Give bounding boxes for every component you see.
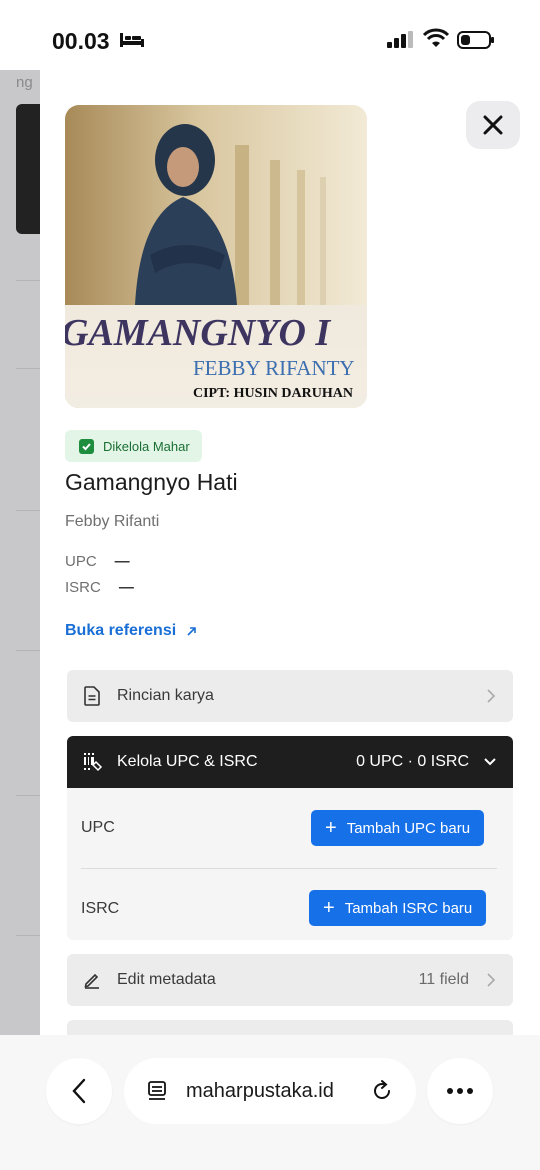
battery-icon bbox=[457, 31, 494, 49]
open-reference-link[interactable]: Buka referensi bbox=[65, 622, 197, 640]
background-divider bbox=[16, 650, 40, 651]
add-isrc-button-label: Tambah ISRC baru bbox=[344, 899, 473, 917]
manage-codes-label: Kelola UPC & ISRC bbox=[117, 753, 258, 770]
signal-icon bbox=[387, 31, 413, 48]
status-time: 00.03 bbox=[52, 28, 110, 54]
wifi-icon bbox=[423, 28, 449, 47]
isrc-section-label: ISRC bbox=[81, 900, 120, 917]
background-divider bbox=[16, 368, 40, 369]
chevron-down-icon bbox=[484, 758, 496, 766]
upc-code-value: — bbox=[114, 553, 130, 570]
edit-metadata-row[interactable]: Edit metadata 11 field bbox=[67, 954, 513, 1006]
background-page-dark-block bbox=[16, 104, 40, 234]
chevron-left-icon bbox=[72, 1078, 86, 1104]
reader-icon bbox=[148, 1081, 166, 1100]
browser-toolbar: maharpustaka.id bbox=[0, 1035, 540, 1170]
background-page: ng bbox=[0, 70, 40, 1035]
url-text: maharpustaka.id bbox=[186, 1079, 334, 1102]
address-bar[interactable]: maharpustaka.id bbox=[124, 1058, 416, 1124]
isrc-code-value: — bbox=[118, 579, 134, 596]
background-divider bbox=[16, 510, 40, 511]
manage-codes-count: 0 UPC · 0 ISRC bbox=[356, 753, 469, 770]
document-icon bbox=[83, 686, 103, 706]
background-divider bbox=[16, 280, 40, 281]
details-row-label: Rincian karya bbox=[117, 687, 214, 704]
close-button[interactable] bbox=[466, 101, 520, 149]
panel-divider bbox=[81, 868, 497, 869]
badge-label: Dikelola Mahar bbox=[103, 438, 190, 454]
cover-title-text: GAMANGNYO I bbox=[65, 312, 331, 354]
back-button[interactable] bbox=[46, 1058, 112, 1124]
reference-link-label: Buka referensi bbox=[65, 622, 177, 639]
add-upc-button-label: Tambah UPC baru bbox=[346, 819, 471, 837]
chevron-right-icon bbox=[487, 689, 496, 703]
album-cover: GAMANGNYO I FEBBY RIFANTY CIPT: HUSIN DA… bbox=[65, 105, 367, 408]
upc-section-label: UPC bbox=[81, 819, 115, 836]
add-isrc-button[interactable]: + Tambah ISRC baru bbox=[309, 890, 487, 926]
close-icon bbox=[483, 115, 503, 135]
isrc-code-row: ISRC — bbox=[65, 579, 134, 596]
reload-icon[interactable] bbox=[370, 1079, 394, 1103]
background-page-text: ng bbox=[16, 74, 33, 91]
background-divider bbox=[16, 795, 40, 796]
plus-icon: + bbox=[323, 897, 335, 919]
managed-badge: Dikelola Mahar bbox=[65, 430, 202, 462]
check-icon bbox=[79, 438, 94, 454]
edit-metadata-label: Edit metadata bbox=[117, 971, 216, 988]
isrc-code-label: ISRC bbox=[65, 579, 101, 596]
barcode-icon bbox=[83, 752, 103, 772]
edit-metadata-count: 11 field bbox=[418, 971, 469, 988]
next-row-peek bbox=[67, 1020, 513, 1035]
album-cover-art: GAMANGNYO I FEBBY RIFANTY CIPT: HUSIN DA… bbox=[65, 105, 367, 408]
background-divider bbox=[16, 935, 40, 936]
status-bar: 00.03 bbox=[0, 0, 540, 80]
bed-icon bbox=[120, 33, 144, 47]
cover-artist-text: FEBBY RIFANTY bbox=[193, 356, 355, 380]
pencil-icon bbox=[83, 970, 103, 990]
more-button[interactable] bbox=[427, 1058, 493, 1124]
plus-icon: + bbox=[325, 817, 337, 839]
manage-codes-panel: UPC + Tambah UPC baru ISRC + Tambah ISRC… bbox=[67, 788, 513, 940]
upc-code-label: UPC bbox=[65, 553, 97, 570]
cover-composer-text: CIPT: HUSIN DARUHAN bbox=[193, 386, 353, 401]
add-upc-button[interactable]: + Tambah UPC baru bbox=[311, 810, 485, 846]
upc-code-row: UPC — bbox=[65, 553, 130, 570]
artist-name: Febby Rifanti bbox=[65, 513, 160, 530]
song-detail-sheet: GAMANGNYO I FEBBY RIFANTY CIPT: HUSIN DA… bbox=[40, 70, 540, 1035]
song-title: Gamangnyo Hati bbox=[65, 469, 238, 495]
more-icon bbox=[447, 1088, 473, 1094]
manage-codes-header[interactable]: Kelola UPC & ISRC 0 UPC · 0 ISRC bbox=[67, 736, 513, 788]
chevron-right-icon bbox=[487, 973, 496, 987]
external-link-icon bbox=[187, 626, 196, 636]
details-row[interactable]: Rincian karya bbox=[67, 670, 513, 722]
